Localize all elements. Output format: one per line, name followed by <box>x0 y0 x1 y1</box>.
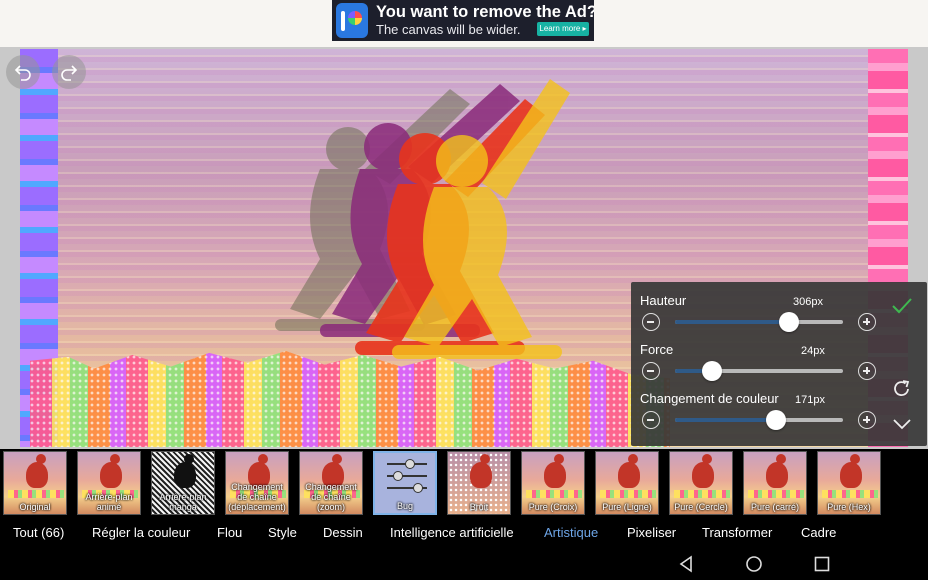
effect-thumb-arriere-plan-anime[interactable]: Arrière-plan animé <box>77 451 141 515</box>
slider-label-changement-couleur: Changement de couleur <box>640 391 779 406</box>
changement-couleur-slider-fill <box>675 418 776 422</box>
force-slider-thumb[interactable] <box>701 361 722 381</box>
slider-value-changement-couleur: 171px <box>795 394 825 406</box>
undo-icon <box>14 65 31 81</box>
redo-icon <box>61 65 78 81</box>
force-slider[interactable] <box>675 361 843 381</box>
effect-thumbnail-strip: Original Arrière-plan animé Arrière-plan… <box>0 449 928 517</box>
changement-couleur-decrease-button[interactable] <box>642 411 660 429</box>
effect-thumb-changement-chaine-deplacement[interactable]: Changement de chaîne (déplacement) <box>225 451 289 515</box>
hauteur-slider-thumb[interactable] <box>779 312 800 332</box>
effect-thumb-changement-chaine-zoom[interactable]: Changement de chaîne (zoom) <box>299 451 363 515</box>
category-tab-bar: Tout (66) Régler la couleur Flou Style D… <box>0 517 928 547</box>
system-navigation-bar <box>0 547 928 580</box>
effect-thumb-pure-croix[interactable]: Pure (Croix) <box>521 451 585 515</box>
slider-value-force: 24px <box>801 345 825 357</box>
effect-thumb-pure-carre[interactable]: Pure (carré) <box>743 451 807 515</box>
tab-regler-la-couleur[interactable]: Régler la couleur <box>92 525 190 540</box>
tab-artistique[interactable]: Artistique <box>544 525 598 540</box>
hauteur-slider[interactable] <box>675 312 843 332</box>
hauteur-decrease-button[interactable] <box>642 313 660 331</box>
tab-pixeliser[interactable]: Pixeliser <box>627 525 676 540</box>
tab-tout[interactable]: Tout (66) <box>13 525 64 540</box>
force-increase-button[interactable] <box>858 362 876 380</box>
hauteur-increase-button[interactable] <box>858 313 876 331</box>
ad-banner[interactable]: You want to remove the Ad? The canvas wi… <box>332 0 594 41</box>
effect-settings-panel: Hauteur 306px Force 24px Changement de c… <box>631 282 927 446</box>
tab-dessin[interactable]: Dessin <box>323 525 363 540</box>
tab-cadre[interactable]: Cadre <box>801 525 836 540</box>
effect-thumb-bug[interactable]: Bug <box>373 451 437 515</box>
ad-title: You want to remove the Ad? <box>376 3 594 21</box>
effect-thumb-bruit[interactable]: Bruit <box>447 451 511 515</box>
undo-button[interactable] <box>6 55 40 89</box>
ad-learn-more-button[interactable]: Learn more ▸ <box>537 22 589 36</box>
ad-subtitle: The canvas will be wider. <box>376 22 521 37</box>
hauteur-slider-fill <box>675 320 790 324</box>
app-logo-icon <box>336 3 368 38</box>
effect-thumb-pure-cercle[interactable]: Pure (Cercle) <box>669 451 733 515</box>
recents-icon[interactable] <box>813 555 831 573</box>
chevron-down-icon[interactable] <box>891 417 913 431</box>
changement-couleur-slider[interactable] <box>675 410 843 430</box>
redo-button[interactable] <box>52 55 86 89</box>
slider-label-hauteur: Hauteur <box>640 293 687 308</box>
tab-flou[interactable]: Flou <box>217 525 242 540</box>
slider-value-hauteur: 306px <box>793 296 823 308</box>
tab-style[interactable]: Style <box>268 525 297 540</box>
effect-thumb-original[interactable]: Original <box>3 451 67 515</box>
slider-label-force: Force <box>640 342 674 357</box>
effect-thumb-arriere-plan-manga[interactable]: Arrière-plan manga <box>151 451 215 515</box>
ad-banner-bar: You want to remove the Ad? The canvas wi… <box>0 0 928 47</box>
tab-transformer[interactable]: Transformer <box>702 525 772 540</box>
reset-icon[interactable] <box>891 378 913 400</box>
effect-thumb-pure-hex[interactable]: Pure (Hex) <box>817 451 881 515</box>
check-icon[interactable] <box>891 297 913 315</box>
force-decrease-button[interactable] <box>642 362 660 380</box>
tab-intelligence-artificielle[interactable]: Intelligence artificielle <box>390 525 514 540</box>
effect-thumb-pure-ligne[interactable]: Pure (Ligne) <box>595 451 659 515</box>
sliders-icon <box>387 459 427 499</box>
home-icon[interactable] <box>745 555 763 573</box>
changement-couleur-slider-thumb[interactable] <box>765 410 786 430</box>
back-icon[interactable] <box>677 555 695 573</box>
changement-couleur-increase-button[interactable] <box>858 411 876 429</box>
